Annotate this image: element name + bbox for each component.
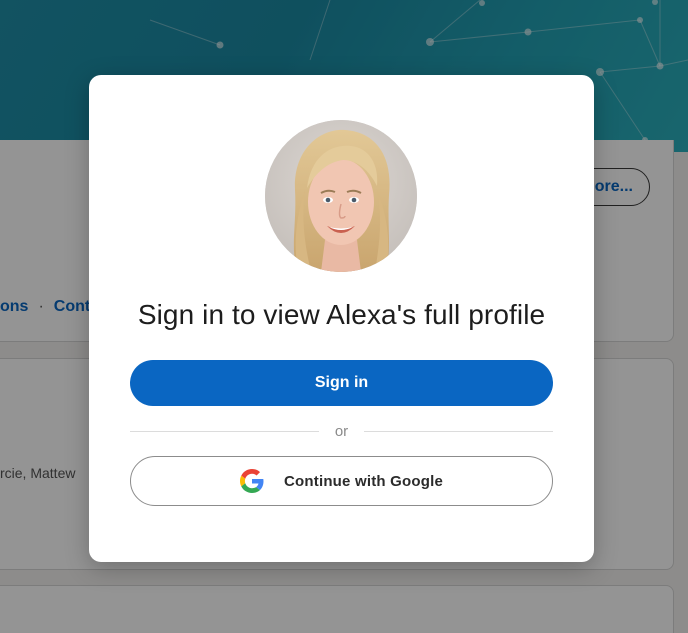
continue-with-google-button[interactable]: Continue with Google [130,456,553,506]
divider-line-left [130,430,319,432]
google-button-label: Continue with Google [284,472,443,490]
sign-in-modal: Sign in to view Alexa's full profile Sig… [89,75,594,562]
profile-avatar [265,120,417,272]
google-g-icon [240,469,264,493]
divider-line-right [364,430,553,432]
modal-title: Sign in to view Alexa's full profile [137,299,546,330]
divider-text: or [334,422,349,440]
or-divider: or [130,421,553,441]
avatar-photo-icon [265,120,417,272]
sign-in-button[interactable]: Sign in [130,360,553,406]
